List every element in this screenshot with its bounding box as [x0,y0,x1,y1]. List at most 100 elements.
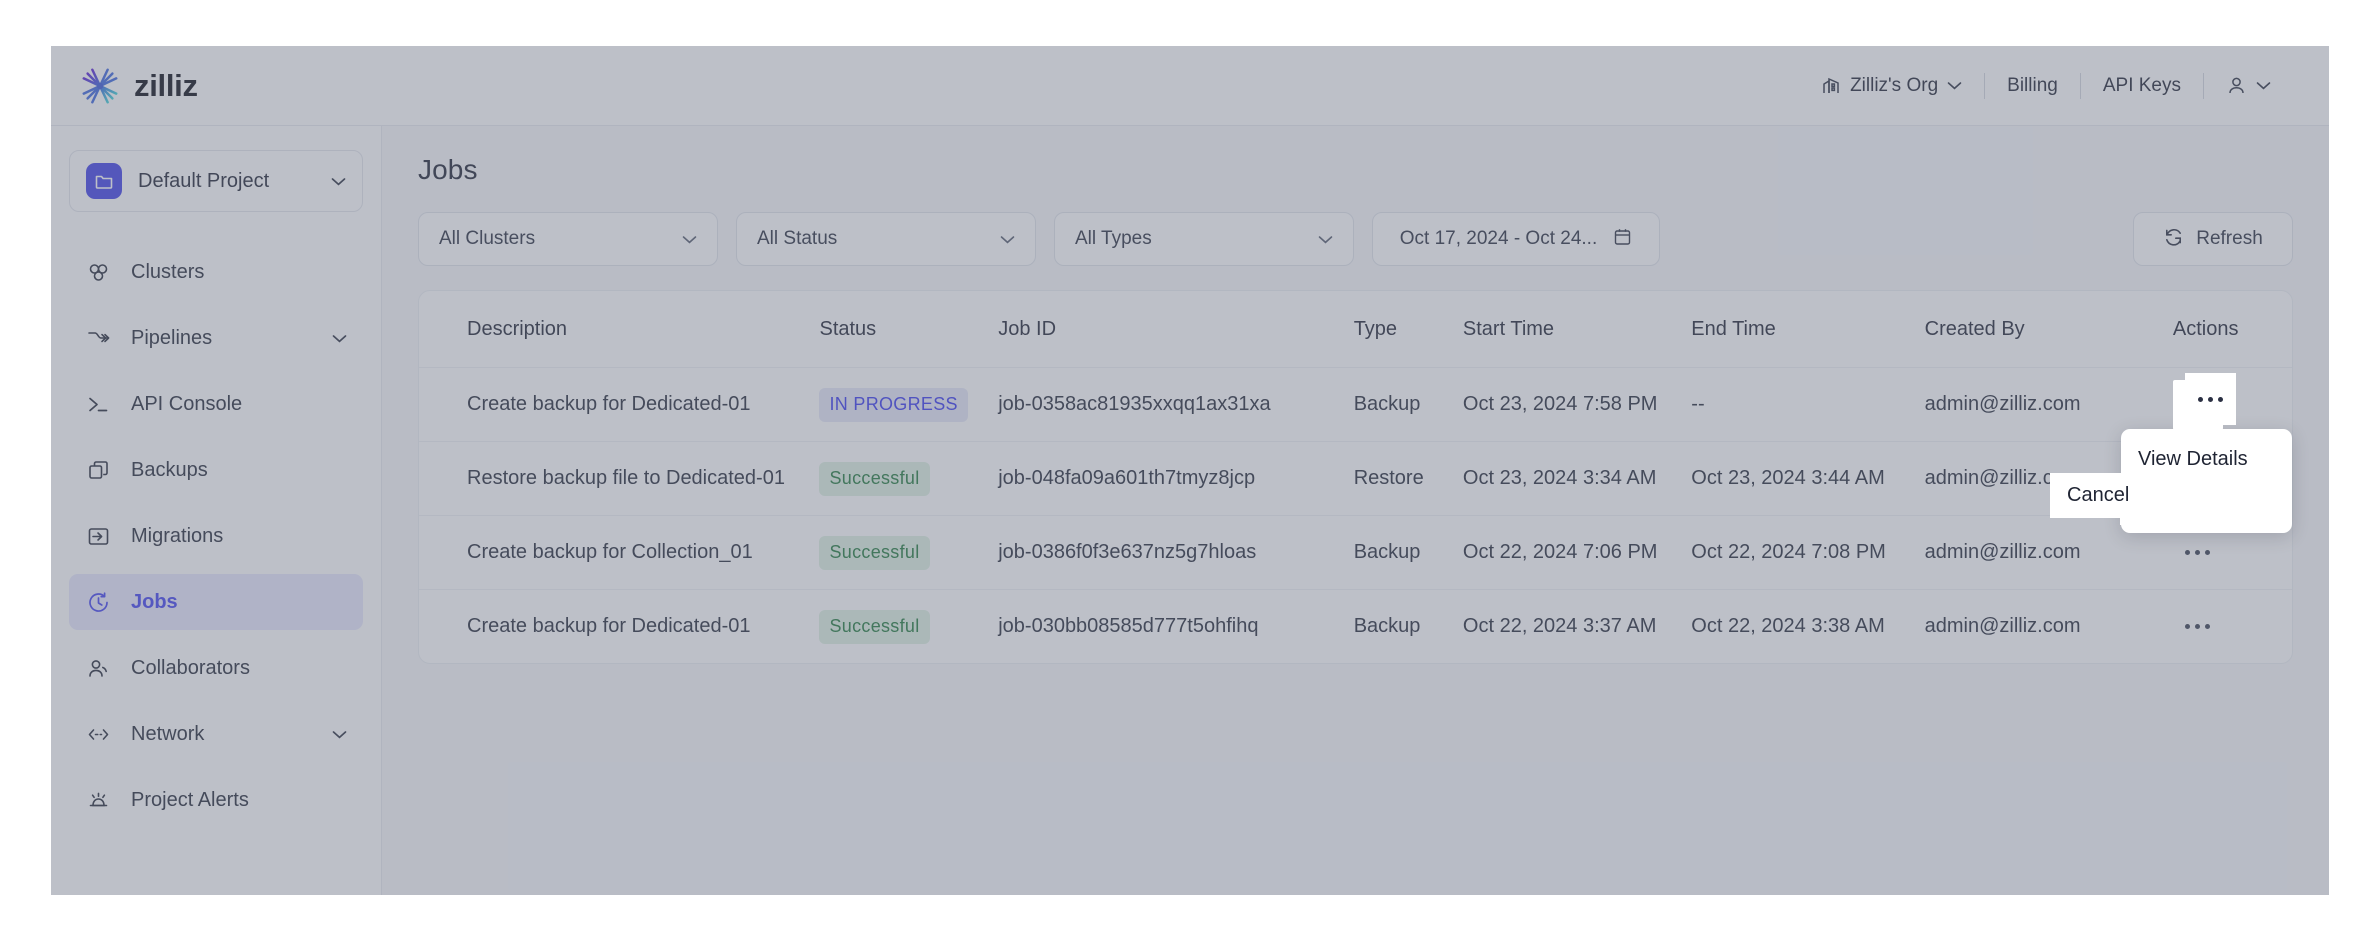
sidebar-item-jobs[interactable]: Jobs [69,574,363,630]
sidebar-item-label: Backups [131,459,347,482]
cell-end-time: Oct 22, 2024 3:38 AM [1691,615,1924,638]
cell-job-id: job-0386f0f3e637nz5g7hloas [998,541,1353,564]
sidebar-item-label: Jobs [131,591,347,614]
refresh-button[interactable]: Refresh [2133,212,2293,266]
project-switcher[interactable]: Default Project [69,150,363,212]
cell-status: IN PROGRESS [819,388,998,422]
row-action-menu: View Details Cancel [2121,429,2292,533]
sidebar: Default Project Clusters [51,126,382,895]
cell-created-by: admin@zilliz.com [1925,541,2173,564]
table-row: Restore backup file to Dedicated-01 Succ… [419,441,2292,515]
chevron-down-icon [332,730,347,739]
cell-type: Backup [1354,541,1463,564]
cell-type: Restore [1354,467,1463,490]
types-filter[interactable]: All Types [1054,212,1354,266]
cell-job-id: job-048fa09a601th7tmyz8jcp [998,467,1353,490]
cell-start-time: Oct 23, 2024 7:58 PM [1463,393,1691,416]
sidebar-item-collaborators[interactable]: Collaborators [69,640,363,696]
chevron-down-icon [1318,235,1333,244]
status-badge: IN PROGRESS [819,388,967,422]
status-filter[interactable]: All Status [736,212,1036,266]
billing-link[interactable]: Billing [1985,75,2080,97]
sidebar-item-label: API Console [131,393,347,416]
table-row: Create backup for Collection_01 Successf… [419,515,2292,589]
sidebar-item-migrations[interactable]: Migrations [69,508,363,564]
cell-created-by: admin@zilliz.com [1925,615,2173,638]
building-icon [1821,76,1841,96]
column-header-start-time: Start Time [1463,318,1691,341]
org-label: Zilliz's Org [1850,75,1938,97]
top-bar: zilliz Zilliz's Org [51,46,2329,126]
project-name: Default Project [138,170,315,193]
cell-actions [2173,528,2292,578]
user-menu[interactable] [2204,75,2293,96]
api-keys-link[interactable]: API Keys [2081,75,2203,97]
sidebar-item-label: Collaborators [131,657,347,680]
app-window: zilliz Zilliz's Org [51,46,2329,895]
status-badge: Successful [819,536,929,570]
sidebar-item-label: Clusters [131,261,347,284]
status-filter-value: All Status [757,228,837,250]
sidebar-item-label: Migrations [131,525,347,548]
cell-description: Create backup for Dedicated-01 [467,393,819,416]
column-header-created-by: Created By [1925,318,2173,341]
chevron-down-icon [1947,81,1962,90]
chevron-down-icon [2256,81,2271,90]
sidebar-item-network[interactable]: Network [69,706,363,762]
sidebar-item-project-alerts[interactable]: Project Alerts [69,772,363,828]
zilliz-star-logo-icon [79,65,121,107]
user-avatar-icon [2226,75,2247,96]
table-header-row: Description Status Job ID Type Start Tim… [419,291,2292,367]
cell-description: Restore backup file to Dedicated-01 [467,467,819,490]
folder-icon [86,163,122,199]
sidebar-item-api-console[interactable]: API Console [69,376,363,432]
cell-job-id: job-0358ac81935xxqq1ax31xa [998,393,1353,416]
cell-status: Successful [819,536,998,570]
collaborators-icon [85,655,111,681]
chevron-down-icon [331,177,346,186]
cell-actions [2173,380,2292,430]
cell-start-time: Oct 23, 2024 3:34 AM [1463,467,1691,490]
menu-item-cancel[interactable]: Cancel [2120,481,2288,525]
cell-end-time: Oct 22, 2024 7:08 PM [1691,541,1924,564]
cell-status: Successful [819,462,998,496]
menu-item-view-details[interactable]: View Details [2121,437,2292,481]
column-header-actions: Actions [2173,318,2292,341]
filter-bar: All Clusters All Status All Types [418,212,2293,266]
sidebar-item-label: Network [131,723,312,746]
table-row: Create backup for Dedicated-01 IN PROGRE… [419,367,2292,441]
cell-end-time: Oct 23, 2024 3:44 AM [1691,467,1924,490]
brand[interactable]: zilliz [79,65,198,107]
cell-end-time: -- [1691,393,1924,416]
chevron-down-icon [1000,235,1015,244]
status-badge: Successful [819,610,929,644]
cell-description: Create backup for Dedicated-01 [467,615,819,638]
column-header-end-time: End Time [1691,318,1924,341]
sidebar-item-pipelines[interactable]: Pipelines [69,310,363,366]
refresh-icon [2163,226,2184,253]
pipelines-icon [85,325,111,351]
migrations-icon [85,523,111,549]
calendar-icon [1613,227,1632,252]
cell-actions [2173,602,2292,652]
sidebar-item-clusters[interactable]: Clusters [69,244,363,300]
table-row: Create backup for Dedicated-01 Successfu… [419,589,2292,663]
more-options-icon[interactable] [2173,602,2223,652]
clusters-filter[interactable]: All Clusters [418,212,718,266]
date-range-value: Oct 17, 2024 - Oct 24... [1400,228,1598,250]
org-switcher[interactable]: Zilliz's Org [1799,75,1984,97]
more-options-icon[interactable] [2173,380,2223,430]
date-range-filter[interactable]: Oct 17, 2024 - Oct 24... [1372,212,1660,266]
cell-type: Backup [1354,393,1463,416]
terminal-icon [85,391,111,417]
network-icon [85,721,111,747]
cell-created-by: admin@zilliz.com [1925,393,2173,416]
page-title: Jobs [418,154,2293,186]
cell-start-time: Oct 22, 2024 7:06 PM [1463,541,1691,564]
brand-name: zilliz [134,68,198,104]
sidebar-item-label: Pipelines [131,327,312,350]
main-content: Jobs All Clusters All Status [382,126,2329,895]
more-options-icon[interactable] [2173,528,2223,578]
clusters-icon [85,259,111,285]
sidebar-item-backups[interactable]: Backups [69,442,363,498]
